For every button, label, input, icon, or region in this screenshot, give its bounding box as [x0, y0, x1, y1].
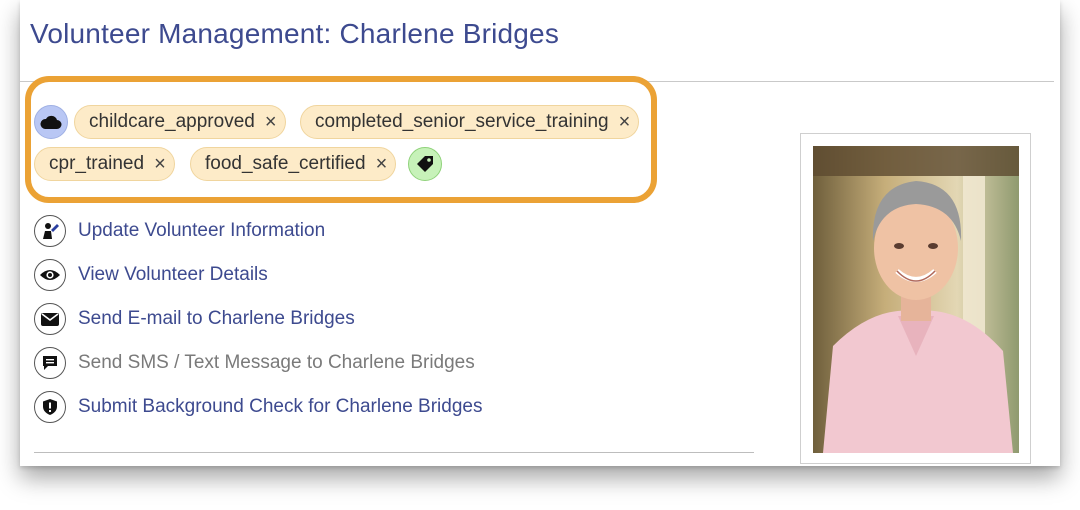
tag-label: childcare_approved [89, 111, 255, 132]
action-label: Send SMS / Text Message to Charlene Brid… [78, 352, 475, 373]
envelope-icon [34, 303, 66, 335]
tag-chip: cpr_trained × [34, 147, 175, 181]
update-volunteer-info-link[interactable]: Update Volunteer Information [34, 214, 325, 248]
tag-remove-button[interactable]: × [619, 112, 631, 132]
tag-chip: food_safe_certified × [190, 147, 397, 181]
cloud-icon [40, 115, 62, 129]
tag-chip: completed_senior_service_training × [300, 105, 640, 139]
action-label: Submit Background Check for Charlene Bri… [78, 396, 483, 417]
tags-highlight-box [25, 76, 657, 203]
action-label: Update Volunteer Information [78, 220, 326, 241]
tag-remove-button[interactable]: × [154, 154, 166, 174]
person-edit-icon [34, 215, 66, 247]
tag-label: completed_senior_service_training [315, 111, 609, 132]
cloud-sync-button[interactable] [34, 105, 68, 139]
page-title: Volunteer Management: Charlene Bridges [30, 18, 560, 49]
send-email-link[interactable]: Send E-mail to Charlene Bridges [34, 302, 355, 336]
volunteer-photo-frame [800, 133, 1031, 464]
add-tag-button[interactable] [408, 147, 442, 181]
eye-icon [34, 259, 66, 291]
action-label: View Volunteer Details [78, 264, 268, 285]
tag-label: cpr_trained [49, 153, 145, 174]
tag-chip: childcare_approved × [74, 105, 286, 139]
submit-background-check-link[interactable]: Submit Background Check for Charlene Bri… [34, 390, 482, 424]
volunteer-card: Volunteer Management: Charlene Bridges c… [20, 0, 1060, 466]
tag-remove-button[interactable]: × [265, 112, 277, 132]
actions-divider [34, 452, 754, 453]
tag-icon [417, 156, 433, 172]
volunteer-photo [813, 146, 1019, 453]
tag-remove-button[interactable]: × [376, 154, 388, 174]
tag-label: food_safe_certified [205, 153, 366, 174]
send-sms-link: Send SMS / Text Message to Charlene Brid… [34, 346, 475, 380]
chat-icon [34, 347, 66, 379]
shield-icon [34, 391, 66, 423]
view-volunteer-details-link[interactable]: View Volunteer Details [34, 258, 268, 292]
action-label: Send E-mail to Charlene Bridges [78, 308, 355, 329]
